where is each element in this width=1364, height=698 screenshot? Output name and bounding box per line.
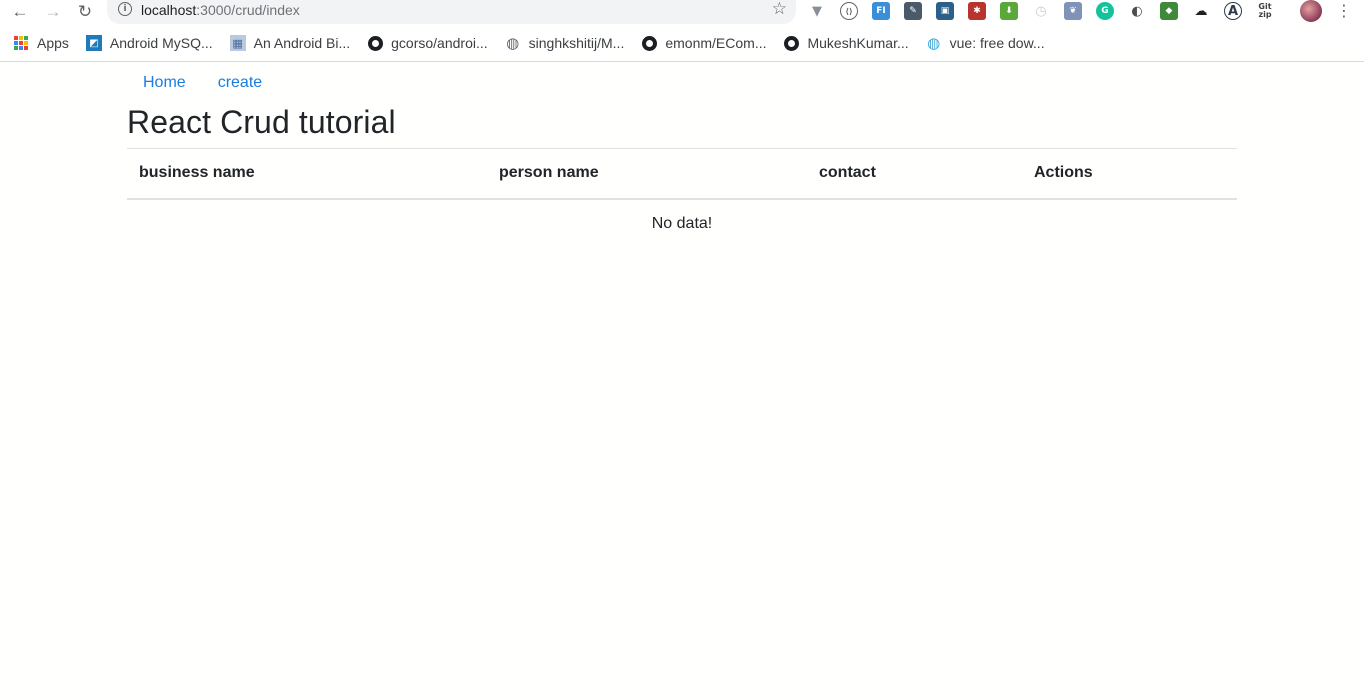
android-mysql-favicon: ◩ xyxy=(85,35,102,51)
github-icon xyxy=(783,35,799,51)
url-host: localhost xyxy=(141,2,197,18)
url-path: :3000/crud/index xyxy=(196,2,300,18)
nav-link-create[interactable]: create xyxy=(202,71,278,95)
bookmark-star-icon[interactable]: ☆ xyxy=(772,0,787,19)
browser-menu-icon[interactable]: ⋮ xyxy=(1336,0,1352,22)
bookmark-vue[interactable]: ◍ vue: free dow... xyxy=(926,30,1045,56)
column-header-business-name: business name xyxy=(127,148,487,200)
download-extension-icon[interactable]: ⬇ xyxy=(1000,2,1018,20)
timer-extension-icon[interactable]: ◷ xyxy=(1032,2,1050,20)
column-header-person-name: person name xyxy=(487,148,807,200)
bookmark-label: An Android Bi... xyxy=(253,35,351,51)
cloud-extension-icon[interactable]: ☁ xyxy=(1192,2,1210,20)
feather-extension-icon[interactable]: ❦ xyxy=(1064,2,1082,20)
address-bar[interactable]: i localhost:3000/crud/index ☆ xyxy=(107,0,796,24)
bookmark-gcorso[interactable]: gcorso/androi... xyxy=(367,30,488,56)
bookmark-label: gcorso/androi... xyxy=(391,35,488,51)
bookmark-mukeshkumar[interactable]: MukeshKumar... xyxy=(783,30,909,56)
back-arrow-icon[interactable]: ← xyxy=(9,1,31,21)
apps-grid-icon xyxy=(14,36,28,50)
bookmark-emonm[interactable]: emonm/ECom... xyxy=(641,30,766,56)
bookmark-label: vue: free dow... xyxy=(949,35,1045,51)
column-header-actions: Actions xyxy=(1022,148,1237,200)
bookmark-apps-label: Apps xyxy=(37,35,69,51)
github-icon xyxy=(641,35,657,51)
table-header-row: business name person name contact Action… xyxy=(127,148,1237,200)
vuejs-devtools-icon[interactable]: ▼ xyxy=(808,2,826,20)
table-row: No data! xyxy=(127,199,1237,249)
url-text[interactable]: localhost:3000/crud/index xyxy=(141,2,300,18)
page-title: React Crud tutorial xyxy=(127,104,396,140)
bookmark-label: Android MySQ... xyxy=(109,35,213,51)
bookmark-android-mysql[interactable]: ◩ Android MySQ... xyxy=(85,30,213,56)
grammarly-icon[interactable]: G xyxy=(1096,2,1114,20)
dark-reader-icon[interactable]: ◐ xyxy=(1128,2,1146,20)
reload-icon[interactable]: ↻ xyxy=(74,1,96,21)
github-icon xyxy=(367,35,383,51)
browser-toolbar: ← → ↻ i localhost:3000/crud/index ☆ ▼ ⟨⟩ F… xyxy=(0,0,1364,24)
briefcase-extension-icon[interactable]: ▣ xyxy=(936,2,954,20)
extensions-area: ▼ ⟨⟩ FI ✎ ▣ ✱ ⬇ ◷ ❦ G ◐ ◆ ☁ A Git zip xyxy=(808,0,1288,22)
nav-link-home[interactable]: Home xyxy=(127,71,202,95)
bookmark-label: singhkshitij/M... xyxy=(528,35,625,51)
profile-avatar[interactable] xyxy=(1300,0,1322,22)
bookmark-label: emonm/ECom... xyxy=(665,35,767,51)
chrome-divider xyxy=(0,61,1364,62)
bookmark-android-bi[interactable]: ▦ An Android Bi... xyxy=(229,30,351,56)
forward-arrow-icon[interactable]: → xyxy=(42,1,64,21)
column-header-contact: contact xyxy=(807,148,1022,200)
fi-extension-icon[interactable]: FI xyxy=(872,2,890,20)
bookmark-apps[interactable]: Apps xyxy=(0,30,69,56)
business-table: business name person name contact Action… xyxy=(127,148,1237,249)
globe-icon: ◍ xyxy=(506,34,520,52)
bookmark-label: MukeshKumar... xyxy=(807,35,909,51)
empty-state-message: No data! xyxy=(651,215,713,232)
eyedropper-extension-icon[interactable]: ✎ xyxy=(904,2,922,20)
site-info-icon[interactable]: i xyxy=(118,2,132,16)
code-extension-icon[interactable]: ⟨⟩ xyxy=(840,2,858,20)
calendar-favicon: ▦ xyxy=(229,35,246,51)
cube-extension-icon[interactable]: ◆ xyxy=(1160,2,1178,20)
a-extension-icon[interactable]: A xyxy=(1224,2,1242,20)
app-navbar: Home create xyxy=(127,71,278,95)
globe-blue-icon: ◍ xyxy=(927,34,941,52)
bookmarks-bar: Apps ◩ Android MySQ... ▦ An Android Bi..… xyxy=(0,30,1364,56)
red-extension-icon[interactable]: ✱ xyxy=(968,2,986,20)
bookmark-singhkshitij[interactable]: ◍ singhkshitij/M... xyxy=(505,30,625,56)
gitzip-extension-icon[interactable]: Git zip xyxy=(1256,2,1274,20)
